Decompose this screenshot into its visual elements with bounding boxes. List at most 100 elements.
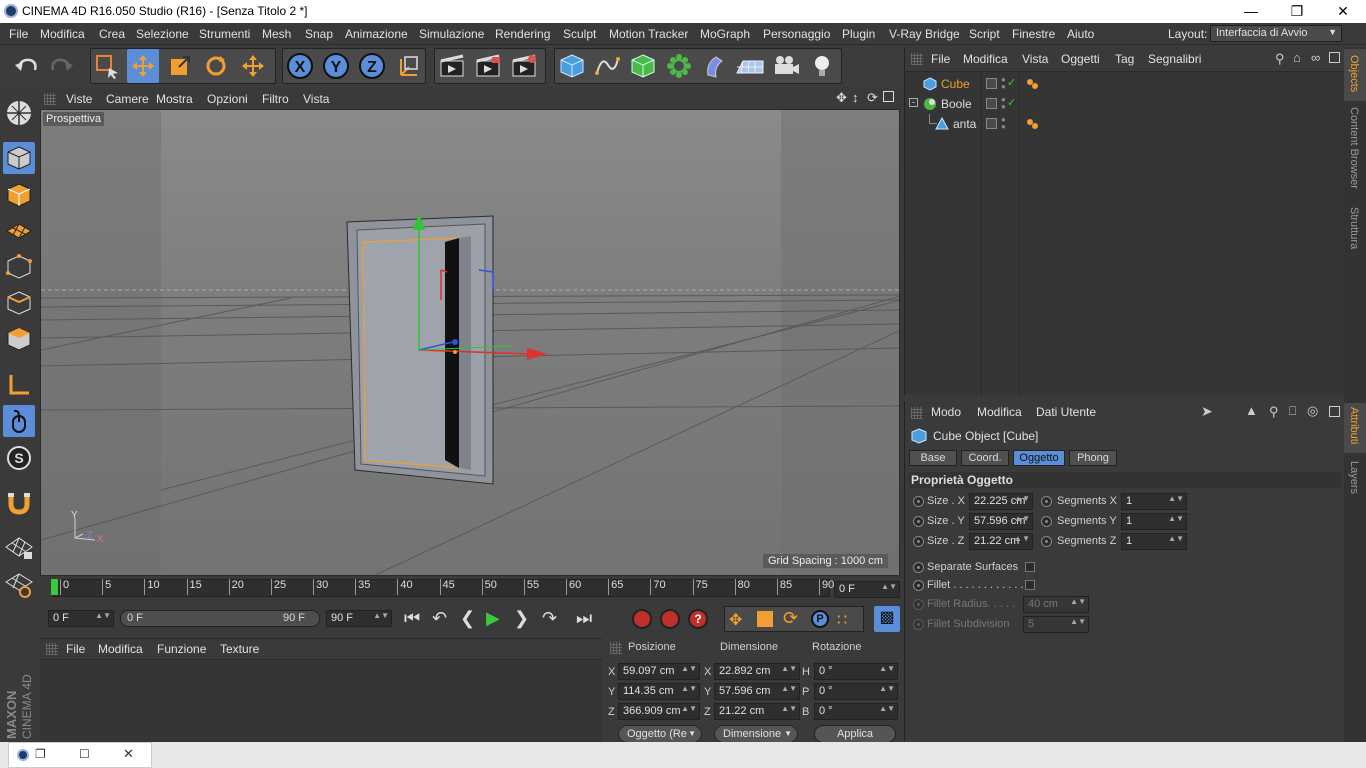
polygons-mode-button[interactable] bbox=[3, 323, 35, 355]
tab-coord[interactable]: Coord. bbox=[961, 450, 1009, 466]
restore-icon[interactable]: ❐ bbox=[35, 747, 46, 761]
restore-button[interactable]: ❐ bbox=[1274, 0, 1320, 23]
minimized-window[interactable]: ❐ ☐ ✕ bbox=[8, 742, 152, 768]
viewport-menu-mostra[interactable]: Mostra bbox=[156, 92, 193, 106]
material-menu-file[interactable]: File bbox=[66, 642, 85, 656]
object-menu-tag[interactable]: Tag bbox=[1115, 52, 1134, 66]
goto-prev-key-button[interactable]: ↶ bbox=[432, 608, 447, 629]
close-icon[interactable]: ✕ bbox=[123, 746, 134, 762]
add-floor-button[interactable] bbox=[734, 49, 766, 83]
close-button[interactable]: ✕ bbox=[1320, 0, 1366, 23]
menu-sculpt[interactable]: Sculpt bbox=[563, 27, 596, 41]
autokey-button[interactable] bbox=[660, 609, 680, 629]
segments-x-field[interactable]: 1 ▲▼ bbox=[1121, 493, 1187, 510]
animate-segments-z-radio[interactable] bbox=[1041, 536, 1052, 547]
material-tag-icon[interactable] bbox=[1025, 77, 1039, 91]
redo-button[interactable] bbox=[46, 49, 78, 83]
attr-menu-modifica[interactable]: Modifica bbox=[977, 405, 1022, 419]
animate-segments-x-radio[interactable] bbox=[1041, 496, 1052, 507]
menu-animazione[interactable]: Animazione bbox=[345, 27, 408, 41]
rotate-tool-button[interactable] bbox=[200, 49, 232, 83]
rotation-p-field[interactable]: 0 ° ▲▼ bbox=[814, 683, 898, 700]
menu-modifica[interactable]: Modifica bbox=[40, 27, 85, 41]
key-position-icon[interactable]: ✥ bbox=[729, 610, 742, 630]
add-array-button[interactable] bbox=[663, 49, 695, 83]
add-camera-button[interactable] bbox=[770, 49, 802, 83]
menu-snap[interactable]: Snap bbox=[305, 27, 333, 41]
planar-workplane-button[interactable] bbox=[3, 569, 35, 601]
new-window-icon[interactable] bbox=[1329, 406, 1340, 417]
menu-strumenti[interactable]: Strumenti bbox=[199, 27, 250, 41]
size-z-field[interactable]: 21.22 cm ▲▼ bbox=[969, 533, 1033, 550]
object-name-boole[interactable]: Boole bbox=[941, 97, 972, 111]
scale-tool-button[interactable] bbox=[164, 49, 196, 83]
viewport-menu-vista[interactable]: Vista bbox=[303, 92, 329, 106]
viewport-menu-viste[interactable]: Viste bbox=[66, 92, 92, 106]
separate-surfaces-checkbox[interactable] bbox=[1025, 562, 1035, 572]
render-visibility-dots-icon[interactable]: ● ● bbox=[1001, 116, 1006, 131]
solo-button[interactable]: S bbox=[3, 442, 35, 474]
rotation-h-field[interactable]: 0 ° ▲▼ bbox=[814, 663, 898, 680]
layout-dropdown[interactable]: Interfaccia di Avvio ▼ bbox=[1210, 25, 1342, 42]
enabled-check-icon[interactable]: ✓ bbox=[1007, 76, 1016, 89]
material-list[interactable] bbox=[40, 659, 602, 743]
animate-size-y-radio[interactable] bbox=[913, 516, 924, 527]
render-settings-button[interactable] bbox=[508, 49, 540, 83]
workplane-lock-button[interactable] bbox=[3, 531, 35, 563]
y-axis-lock-button[interactable]: Y bbox=[320, 49, 352, 83]
viewport-menu-opzioni[interactable]: Opzioni bbox=[207, 92, 248, 106]
viewport-pan-icon[interactable]: ✥ bbox=[836, 90, 847, 106]
z-axis-lock-button[interactable]: Z bbox=[356, 49, 388, 83]
menu-plugin[interactable]: Plugin bbox=[842, 27, 875, 41]
viewport-maximize-icon[interactable] bbox=[883, 91, 894, 102]
x-axis-lock-button[interactable]: X bbox=[284, 49, 316, 83]
attr-menu-dati-utente[interactable]: Dati Utente bbox=[1036, 405, 1096, 419]
coordinate-mode-dropdown[interactable]: Oggetto (Re ▼ bbox=[618, 725, 702, 743]
search-icon[interactable]: ⚲ bbox=[1275, 51, 1285, 67]
rotation-b-field[interactable]: 0 ° ▲▼ bbox=[814, 703, 898, 720]
position-z-field[interactable]: 366.909 cm ▲▼ bbox=[618, 703, 700, 720]
render-visibility-dots-icon[interactable]: ● ● bbox=[1001, 96, 1006, 111]
key-parameter-icon[interactable]: P bbox=[811, 610, 829, 628]
material-menu-modifica[interactable]: Modifica bbox=[98, 642, 143, 656]
editor-visibility-icon[interactable] bbox=[986, 98, 997, 109]
menu-crea[interactable]: Crea bbox=[99, 27, 125, 41]
object-list[interactable]: Cube ● ● ✓ - Boole ● ● ✓ anta ● ● bbox=[905, 71, 1345, 396]
tab-layers[interactable]: Layers bbox=[1344, 457, 1366, 497]
make-editable-button[interactable] bbox=[3, 97, 35, 129]
tab-objects[interactable]: Objects bbox=[1344, 49, 1366, 101]
key-pla-icon[interactable]: ∷ bbox=[837, 610, 847, 630]
goto-start-button[interactable]: ⏮ bbox=[404, 608, 420, 629]
collapse-toggle-icon[interactable]: - bbox=[909, 98, 918, 107]
end-frame-field[interactable]: 90 F ▲▼ bbox=[326, 610, 392, 627]
add-cube-button[interactable] bbox=[556, 49, 588, 83]
object-menu-modifica[interactable]: Modifica bbox=[963, 52, 1008, 66]
start-frame-field[interactable]: 0 F ▲▼ bbox=[48, 610, 114, 627]
workplane-mode-button[interactable] bbox=[3, 215, 35, 247]
object-menu-segnalibri[interactable]: Segnalibri bbox=[1148, 52, 1201, 66]
last-tool-button[interactable] bbox=[237, 49, 269, 83]
editor-visibility-icon[interactable] bbox=[986, 78, 997, 89]
minimize-button[interactable]: — bbox=[1228, 0, 1274, 23]
snap-button[interactable] bbox=[3, 487, 35, 519]
menu-finestre[interactable]: Finestre bbox=[1012, 27, 1055, 41]
material-menu-texture[interactable]: Texture bbox=[220, 642, 259, 656]
maximize-icon[interactable]: ☐ bbox=[79, 747, 90, 761]
menu-rendering[interactable]: Rendering bbox=[495, 27, 550, 41]
render-visibility-dots-icon[interactable]: ● ● bbox=[1001, 76, 1006, 91]
current-frame-field[interactable]: 0 F ▲▼ bbox=[834, 581, 900, 598]
tab-struttura[interactable]: Struttura bbox=[1344, 203, 1366, 253]
object-menu-oggetti[interactable]: Oggetti bbox=[1061, 52, 1100, 66]
frame-range-slider[interactable]: 0 F 90 F bbox=[120, 610, 320, 627]
model-mode-button[interactable] bbox=[3, 142, 35, 174]
add-deformer-button[interactable] bbox=[699, 49, 731, 83]
animate-fillet-radio[interactable] bbox=[913, 580, 924, 591]
animate-size-x-radio[interactable] bbox=[913, 496, 924, 507]
size-mode-dropdown[interactable]: Dimensione ▼ bbox=[714, 725, 798, 743]
search-icon[interactable]: ⚲ bbox=[1269, 404, 1279, 420]
dimension-x-field[interactable]: 22.892 cm ▲▼ bbox=[714, 663, 800, 680]
live-selection-button[interactable] bbox=[91, 49, 123, 83]
object-row-anta[interactable]: anta ● ● bbox=[905, 114, 1345, 134]
object-name-cube[interactable]: Cube bbox=[941, 77, 970, 91]
viewport-menu-camere[interactable]: Camere bbox=[106, 92, 149, 106]
